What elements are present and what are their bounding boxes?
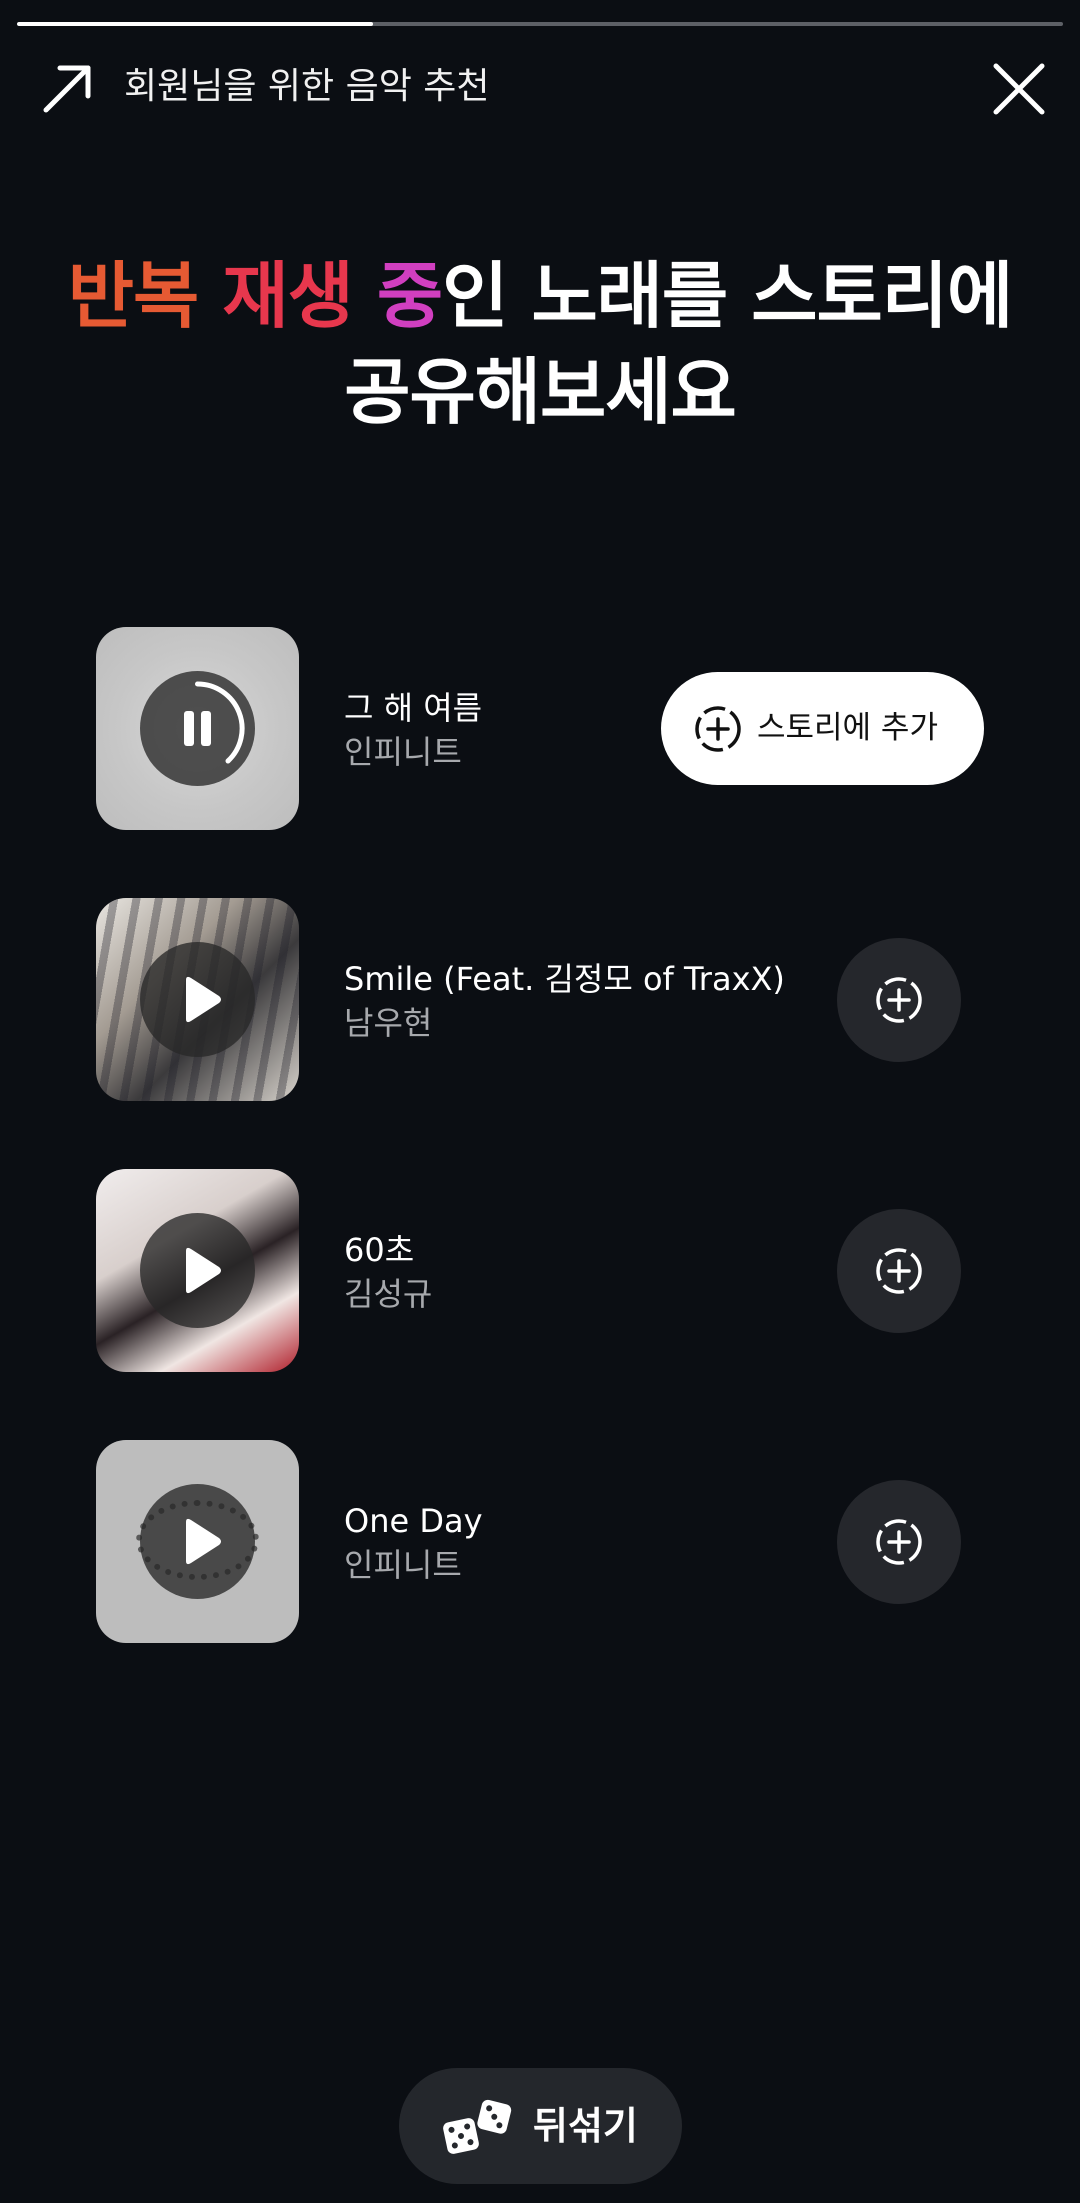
add-to-story-button[interactable]: 스토리에 추가 bbox=[661, 672, 984, 785]
song-title: 60초 bbox=[344, 1231, 415, 1269]
header-title: 회원님을 위한 음악 추천 bbox=[124, 66, 490, 107]
dice-icon bbox=[443, 2099, 512, 2154]
add-to-story-button[interactable] bbox=[837, 1209, 961, 1333]
add-circle-dashed-icon bbox=[695, 706, 741, 752]
play-icon bbox=[186, 1518, 221, 1565]
play-button[interactable] bbox=[140, 942, 255, 1057]
add-circle-dashed-icon bbox=[876, 977, 922, 1023]
headline-highlight-1: 반복 bbox=[67, 254, 223, 338]
album-art[interactable] bbox=[96, 627, 299, 830]
page-headline: 반복 재생 중인 노래를 스토리에 공유해보세요 bbox=[40, 248, 1040, 440]
headline-text-2: 공유해보세요 bbox=[344, 350, 736, 434]
story-progress-fill bbox=[17, 22, 373, 26]
song-title: One Day bbox=[344, 1502, 483, 1540]
pause-icon bbox=[184, 711, 194, 746]
shuffle-label: 뒤섞기 bbox=[533, 2104, 638, 2148]
pause-button[interactable] bbox=[140, 671, 255, 786]
add-to-story-button[interactable] bbox=[837, 1480, 961, 1604]
song-row[interactable]: One Day 인피니트 bbox=[0, 1440, 1080, 1644]
song-row[interactable]: Smile (Feat. 김정모 of TraxX) 남우현 bbox=[0, 898, 1080, 1102]
add-to-story-button[interactable] bbox=[837, 938, 961, 1062]
arrow-up-right-icon[interactable] bbox=[40, 60, 96, 116]
add-circle-dashed-icon bbox=[876, 1248, 922, 1294]
shuffle-button[interactable]: 뒤섞기 bbox=[399, 2068, 682, 2184]
headline-highlight-2: 재생 bbox=[222, 254, 377, 338]
song-row[interactable]: 60초 김성규 bbox=[0, 1169, 1080, 1373]
song-row[interactable]: 그 해 여름 인피니트 스토리에 추가 bbox=[0, 627, 1080, 831]
album-art[interactable] bbox=[96, 898, 299, 1101]
song-artist: 김성규 bbox=[344, 1275, 433, 1313]
story-progress-bar bbox=[17, 22, 1063, 26]
album-art[interactable] bbox=[96, 1440, 299, 1643]
song-title: Smile (Feat. 김정모 of TraxX) bbox=[344, 960, 785, 998]
headline-highlight-3: 중 bbox=[376, 254, 443, 338]
song-artist: 인피니트 bbox=[344, 1546, 462, 1584]
top-bar: 회원님을 위한 음악 추천 bbox=[0, 44, 1080, 130]
play-button[interactable] bbox=[140, 1213, 255, 1328]
play-icon bbox=[186, 976, 221, 1023]
close-icon[interactable] bbox=[988, 58, 1050, 120]
play-button[interactable] bbox=[140, 1484, 255, 1599]
headline-text-1: 인 노래를 스토리에 bbox=[442, 254, 1013, 338]
song-artist: 남우현 bbox=[344, 1004, 433, 1042]
album-art[interactable] bbox=[96, 1169, 299, 1372]
add-to-story-label: 스토리에 추가 bbox=[757, 710, 938, 746]
add-circle-dashed-icon bbox=[876, 1519, 922, 1565]
play-icon bbox=[186, 1247, 221, 1294]
